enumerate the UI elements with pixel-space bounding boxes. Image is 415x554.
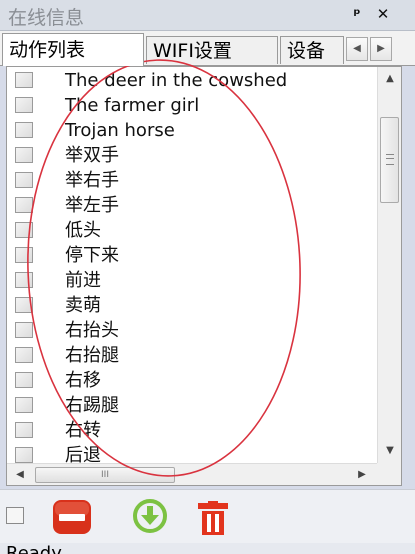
item-checkbox[interactable] — [15, 447, 33, 463]
item-label: 后退 — [65, 445, 101, 463]
item-checkbox[interactable] — [15, 72, 33, 88]
item-checkbox[interactable] — [15, 322, 33, 338]
item-checkbox[interactable] — [15, 297, 33, 313]
list-item[interactable]: 右踢腿 — [7, 393, 375, 418]
action-list: The deer in the cowshed The farmer girl … — [6, 66, 402, 486]
item-label: Trojan horse — [65, 120, 175, 141]
item-label: 右抬腿 — [65, 345, 119, 366]
list-item[interactable]: The deer in the cowshed — [7, 68, 375, 93]
status-text: Ready — [6, 543, 62, 554]
list-item[interactable]: 停下来 — [7, 243, 375, 268]
item-checkbox[interactable] — [15, 172, 33, 188]
horizontal-scrollbar[interactable]: ◀ III ▶ — [7, 463, 377, 485]
vertical-scroll-thumb[interactable] — [380, 117, 399, 203]
item-label: 举左手 — [65, 195, 119, 216]
action-rows: The deer in the cowshed The farmer girl … — [7, 67, 375, 463]
item-checkbox[interactable] — [15, 97, 33, 113]
item-checkbox[interactable] — [15, 372, 33, 388]
item-label: 举右手 — [65, 170, 119, 191]
tab-action-list[interactable]: 动作列表 — [2, 33, 144, 66]
item-label: The farmer girl — [65, 95, 200, 116]
item-label: 停下来 — [65, 245, 119, 266]
list-item[interactable]: The farmer girl — [7, 93, 375, 118]
item-checkbox[interactable] — [15, 147, 33, 163]
download-icon[interactable] — [132, 498, 168, 534]
item-checkbox[interactable] — [15, 397, 33, 413]
tab-device[interactable]: 设备 — [280, 36, 344, 64]
grip-icon — [386, 154, 394, 165]
item-label: The deer in the cowshed — [65, 70, 288, 91]
list-item[interactable]: 后退 — [7, 443, 375, 463]
scroll-down-arrow-icon[interactable]: ▼ — [378, 441, 401, 461]
item-label: 右转 — [65, 420, 101, 441]
scrollbar-corner — [377, 463, 401, 485]
list-item[interactable]: 举左手 — [7, 193, 375, 218]
item-label: 前进 — [65, 270, 101, 291]
item-checkbox[interactable] — [15, 247, 33, 263]
trash-icon[interactable] — [198, 501, 228, 535]
item-checkbox[interactable] — [15, 272, 33, 288]
list-item[interactable]: 低头 — [7, 218, 375, 243]
tab-scroll-right-button[interactable]: ▶ — [370, 37, 392, 61]
list-item[interactable]: 举右手 — [7, 168, 375, 193]
list-item[interactable]: 卖萌 — [7, 293, 375, 318]
scroll-left-arrow-icon[interactable]: ◀ — [9, 464, 31, 485]
list-item[interactable]: 右转 — [7, 418, 375, 443]
tab-bar: 动作列表 WIFI设置 设备 ◀ ▶ — [0, 31, 415, 66]
scroll-right-arrow-icon[interactable]: ▶ — [351, 464, 373, 485]
item-label: 举双手 — [65, 145, 119, 166]
panel-title: 在线信息 — [8, 7, 85, 29]
item-label: 右抬头 — [65, 320, 119, 341]
close-button[interactable]: ✕ — [372, 4, 394, 24]
panel-title-bar: 在线信息 ᵖ ✕ — [0, 0, 415, 31]
item-label: 低头 — [65, 220, 101, 241]
tab-wifi-settings[interactable]: WIFI设置 — [146, 36, 278, 64]
item-label: 右踢腿 — [65, 395, 119, 416]
scroll-up-arrow-icon[interactable]: ▲ — [378, 69, 401, 89]
item-checkbox[interactable] — [15, 197, 33, 213]
bottom-toolbar — [0, 489, 415, 544]
list-item[interactable]: 右抬头 — [7, 318, 375, 343]
list-item[interactable]: 举双手 — [7, 143, 375, 168]
item-label: 右移 — [65, 370, 101, 391]
vertical-scrollbar[interactable]: ▲ ▼ — [377, 67, 401, 463]
item-label: 卖萌 — [65, 295, 101, 316]
select-all-checkbox[interactable] — [6, 507, 24, 524]
status-bar: Ready — [0, 543, 415, 554]
list-item[interactable]: Trojan horse — [7, 118, 375, 143]
list-item[interactable]: 右移 — [7, 368, 375, 393]
delete-icon[interactable] — [52, 499, 92, 535]
tab-scroll-left-button[interactable]: ◀ — [346, 37, 368, 61]
item-checkbox[interactable] — [15, 222, 33, 238]
list-item[interactable]: 右抬腿 — [7, 343, 375, 368]
item-checkbox[interactable] — [15, 347, 33, 363]
horizontal-scroll-thumb[interactable]: III — [35, 467, 175, 483]
pin-button[interactable]: ᵖ — [346, 4, 368, 24]
list-item[interactable]: 前进 — [7, 268, 375, 293]
item-checkbox[interactable] — [15, 122, 33, 138]
item-checkbox[interactable] — [15, 422, 33, 438]
